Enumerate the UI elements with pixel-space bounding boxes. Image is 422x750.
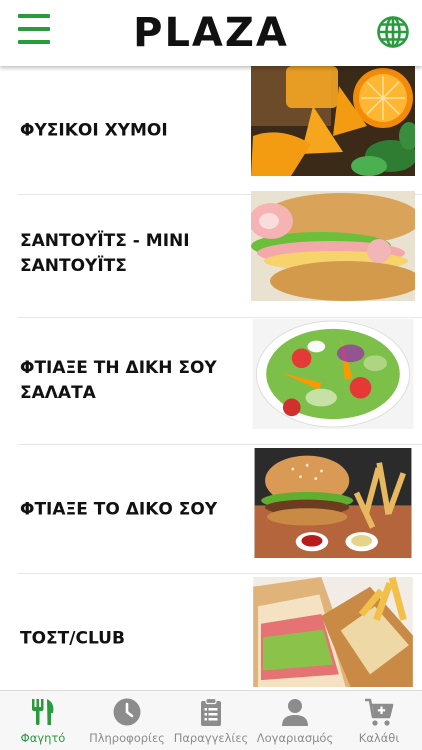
bottom-tab-bar: Φαγητό Πληροφορίες Παραγγελίες Λογαριασμ… — [0, 690, 422, 750]
tab-cart[interactable]: Καλάθι — [337, 691, 421, 750]
clock-icon — [113, 698, 141, 726]
burger-photo — [251, 448, 415, 563]
category-row-natural-juices[interactable]: ΦΥΣΙΚΟΙ ΧΥΜΟΙ — [0, 66, 422, 195]
tab-label: Φαγητό — [20, 731, 66, 745]
category-title: ΣΑΝΤΟΥΪΤΣ - ΜΙΝΙ ΣΑΝΤΟΥΪΤΣ — [20, 230, 190, 276]
tab-label: Καλάθι — [358, 731, 400, 745]
fork-knife-icon — [32, 699, 54, 725]
category-row-sandwiches[interactable]: ΣΑΝΤΟΥΪΤΣ - ΜΙΝΙ ΣΑΝΤΟΥΪΤΣ — [0, 189, 422, 318]
tab-orders[interactable]: Παραγγελίες — [169, 691, 253, 750]
tab-label: Πληροφορίες — [89, 731, 165, 745]
category-row-toast-club[interactable]: ΤΟΣΤ/CLUB — [0, 574, 422, 690]
cart-icon — [365, 698, 394, 726]
category-list: ΦΥΣΙΚΟΙ ΧΥΜΟΙ ΣΑΝΤΟΥΪΤΣ - ΜΙΝΙ ΣΑΝΤΟΥΪΤΣ — [0, 66, 422, 690]
app-logo: PLAZA — [133, 10, 289, 56]
category-title: ΦΥΣΙΚΟΙ ΧΥΜΟΙ — [20, 120, 168, 140]
sandwich-photo — [251, 191, 415, 301]
category-title: ΦΤΙΑΞΕ ΤΗ ΔΙΚΗ ΣΟΥ ΣΑΛΑΤΑ — [20, 357, 217, 403]
tab-info[interactable]: Πληροφορίες — [85, 691, 169, 750]
clipboard-icon — [201, 697, 221, 726]
globe-icon[interactable] — [376, 15, 410, 49]
tab-label: Παραγγελίες — [173, 731, 249, 745]
user-icon — [282, 699, 308, 726]
salad-photo — [251, 319, 415, 431]
app-header: PLAZA — [0, 0, 422, 66]
category-row-make-your-salad[interactable]: ΦΤΙΑΞΕ ΤΗ ΔΙΚΗ ΣΟΥ ΣΑΛΑΤΑ — [0, 316, 422, 445]
club-sandwich-photo — [251, 577, 415, 690]
tab-label: Λογαριασμός — [256, 731, 334, 745]
category-title: ΤΟΣΤ/CLUB — [20, 628, 125, 648]
tab-account[interactable]: Λογαριασμός — [253, 691, 337, 750]
category-title: ΦΤΙΑΞΕ ΤΟ ΔΙΚΟ ΣΟΥ — [20, 499, 218, 519]
tab-food[interactable]: Φαγητό — [1, 691, 85, 750]
category-row-make-your-own[interactable]: ΦΤΙΑΞΕ ΤΟ ΔΙΚΟ ΣΟΥ — [0, 445, 422, 574]
orange-juice-photo — [251, 66, 415, 176]
